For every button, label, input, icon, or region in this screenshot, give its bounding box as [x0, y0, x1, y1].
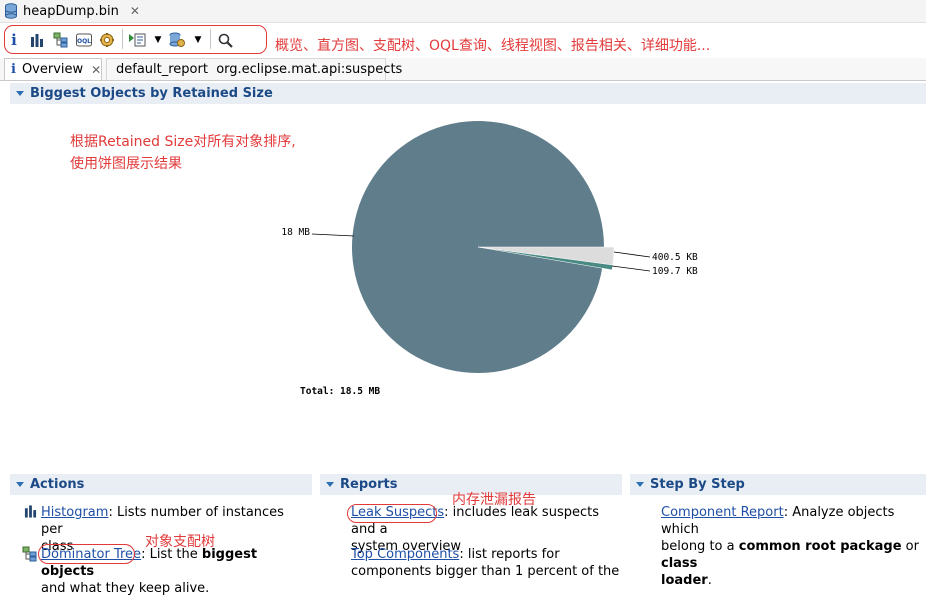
run-report-icon[interactable]: [128, 31, 146, 49]
info-icon: i: [11, 62, 16, 77]
oql-icon[interactable]: OQL: [75, 31, 93, 49]
tab-overview[interactable]: i Overview ✕: [4, 58, 102, 80]
collapse-icon: [636, 482, 644, 487]
component-report-link[interactable]: Component Report: [661, 505, 784, 520]
thread-overview-icon[interactable]: [98, 31, 116, 49]
actions-title: Actions: [30, 477, 85, 492]
pie-leader-line: [311, 233, 355, 237]
pie-total-label: Total: 18.5 MB: [300, 386, 380, 397]
toolbar-separator: [122, 29, 123, 49]
histogram-link[interactable]: Histogram: [41, 505, 108, 520]
tab-default-report-label: default_report org.eclipse.mat.api:suspe…: [116, 62, 403, 77]
toolbar-annotation-note: 概览、直方图、支配树、OQL查询、线程视图、报告相关、详细功能...: [275, 38, 711, 54]
view-tab-bar: i Overview ✕ default_report org.eclipse.…: [0, 58, 926, 81]
dominator-tree-icon[interactable]: [52, 31, 70, 49]
pie-slice-label: 400.5 KB: [652, 252, 698, 263]
pie-leader-line: [611, 265, 651, 272]
list-item: Top Components: list reports for compone…: [351, 546, 621, 580]
dominator-tree-description-cont: and what they keep alive.: [41, 581, 210, 596]
biggest-objects-header[interactable]: Biggest Objects by Retained Size: [10, 83, 926, 104]
editor-tab[interactable]: heapDump.bin ✕: [4, 1, 140, 21]
retained-size-pie-chart[interactable]: 18 MB 400.5 KB 109.7 KB Total: 18.5 MB: [270, 115, 710, 405]
toolbar: i OQL ▼ ▼ 概览、直方图、支配树、OQL查询、线程视图、报告相关、详细功…: [0, 25, 926, 57]
close-icon[interactable]: ✕: [130, 4, 140, 18]
editor-tab-bar: heapDump.bin ✕: [0, 0, 926, 23]
info-icon[interactable]: i: [5, 31, 23, 49]
leak-suspects-annotation-circle: [347, 504, 437, 523]
reports-title: Reports: [340, 477, 398, 492]
component-report-description-cont: belong to a: [661, 539, 739, 554]
pie-slice-label: 18 MB: [281, 227, 310, 238]
step-by-step-header[interactable]: Step By Step: [630, 474, 926, 495]
list-item: Component Report: Analyze objects which …: [661, 504, 926, 589]
pie-slice-label: 109.7 KB: [652, 266, 698, 277]
pie-leader-line: [613, 251, 651, 258]
dropdown-icon[interactable]: ▼: [149, 31, 167, 49]
pie-note-line: 使用饼图展示结果: [70, 156, 182, 172]
dropdown-icon[interactable]: ▼: [189, 31, 207, 49]
tab-overview-label: Overview: [21, 62, 84, 77]
top-components-link[interactable]: Top Components: [351, 547, 459, 562]
histogram-icon: [24, 505, 37, 518]
tab-default-report[interactable]: default_report org.eclipse.mat.api:suspe…: [106, 58, 402, 80]
pie-note-line: 根据Retained Size对所有对象排序,: [70, 134, 296, 150]
pie-annotation-note: 根据Retained Size对所有对象排序, 使用饼图展示结果: [70, 131, 296, 175]
component-report-emphasis: class: [661, 556, 698, 571]
heap-dump-icon: [5, 3, 17, 19]
histogram-icon[interactable]: [28, 31, 46, 49]
component-report-conj: or: [901, 539, 919, 554]
close-icon[interactable]: ✕: [91, 63, 101, 77]
top-components-description-cont: components bigger than 1 percent of the: [351, 564, 620, 579]
component-report-period: .: [707, 573, 712, 588]
query-browser-icon[interactable]: [168, 31, 186, 49]
collapse-icon: [16, 91, 24, 96]
top-components-description: : list reports for: [459, 547, 560, 562]
component-report-emphasis: loader: [661, 573, 708, 588]
collapse-icon: [326, 482, 334, 487]
actions-header[interactable]: Actions: [10, 474, 312, 495]
biggest-objects-title: Biggest Objects by Retained Size: [30, 86, 273, 101]
dominator-tree-annotation-circle: [38, 544, 135, 564]
dominator-tree-icon: [22, 546, 37, 562]
toolbar-separator: [210, 29, 211, 49]
dominator-tree-annotation-note: 对象支配树: [145, 534, 215, 550]
search-icon[interactable]: [216, 31, 234, 49]
editor-tab-title: heapDump.bin: [23, 3, 119, 19]
leak-suspects-annotation-note: 内存泄漏报告: [452, 492, 536, 508]
step-by-step-title: Step By Step: [650, 477, 745, 492]
collapse-icon: [16, 482, 24, 487]
oql-glyph: OQL: [77, 38, 91, 45]
component-report-emphasis: common root package: [738, 539, 902, 554]
